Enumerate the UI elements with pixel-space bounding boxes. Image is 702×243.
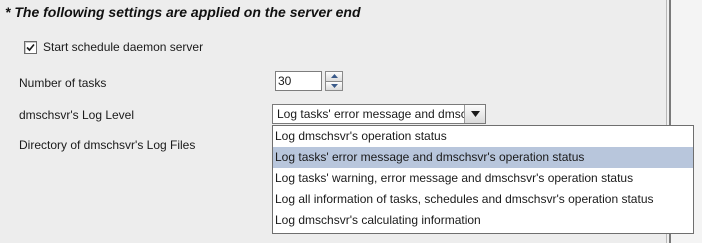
start-daemon-label: Start schedule daemon server bbox=[43, 40, 204, 54]
spinner-down-button[interactable] bbox=[325, 81, 343, 91]
log-level-combobox[interactable]: Log tasks' error message and dmschsvr's … bbox=[272, 104, 486, 124]
number-of-tasks-input[interactable]: 30 bbox=[275, 71, 323, 91]
log-level-option-highlighted[interactable]: Log tasks' error message and dmschsvr's … bbox=[273, 147, 693, 168]
triangle-up-icon bbox=[330, 74, 338, 79]
start-daemon-checkbox[interactable] bbox=[24, 40, 37, 54]
spinner-up-button[interactable] bbox=[325, 71, 343, 82]
spinner-buttons bbox=[325, 71, 343, 91]
log-level-option[interactable]: Log tasks' warning, error message and dm… bbox=[273, 168, 693, 189]
checkmark-icon bbox=[26, 43, 35, 51]
log-level-label: dmschsvr's Log Level bbox=[19, 108, 135, 122]
chevron-down-icon bbox=[470, 111, 480, 117]
log-level-dropdown-list: Log dmschsvr's operation status Log task… bbox=[272, 125, 694, 234]
log-level-option[interactable]: Log all information of tasks, schedules … bbox=[273, 189, 693, 210]
log-level-selected-value: Log tasks' error message and dmschsvr's … bbox=[277, 107, 464, 121]
triangle-down-icon bbox=[330, 83, 338, 88]
number-of-tasks-label: Number of tasks bbox=[19, 76, 107, 90]
log-level-option[interactable]: Log dmschsvr's calculating information bbox=[273, 210, 693, 231]
number-of-tasks-spinner[interactable]: 30 bbox=[275, 71, 343, 91]
section-title: * The following settings are applied on … bbox=[5, 4, 361, 20]
log-directory-label: Directory of dmschsvr's Log Files bbox=[19, 138, 196, 152]
start-daemon-row[interactable]: Start schedule daemon server bbox=[24, 40, 203, 54]
log-level-option[interactable]: Log dmschsvr's operation status bbox=[273, 126, 693, 147]
log-level-dropdown-button[interactable] bbox=[464, 105, 485, 123]
